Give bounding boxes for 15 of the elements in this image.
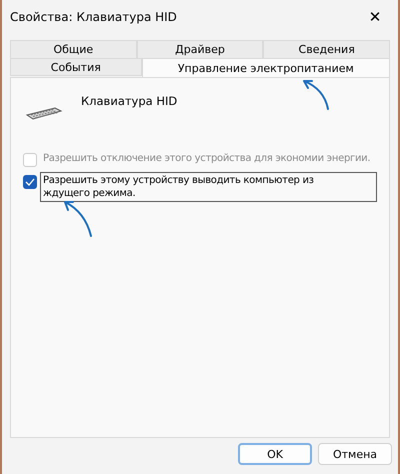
close-button[interactable]: ✕ [360,2,390,32]
window-title: Свойства: Клавиатура HID [10,10,177,24]
tab[interactable]: Драйвер [136,40,264,59]
dialog-button[interactable]: OK [238,443,312,465]
checkbox-label: Разрешить отключение этого устройства для экономии энергии. [42,152,372,166]
tab[interactable]: События [10,58,142,76]
checkbox[interactable] [23,175,37,189]
device-name: Клавиатура HID [81,94,178,108]
keyboard-icon [25,106,63,120]
tab[interactable]: Общие [10,40,137,59]
arrow-icon [61,198,95,238]
tab[interactable]: Управление электропитанием [142,58,390,78]
checkbox-label: Разрешить этому устройству выводить компьютер из ждущего режима. [40,172,377,202]
dialog-button[interactable]: Отмена [318,443,392,465]
tab[interactable]: Сведения [263,40,390,59]
